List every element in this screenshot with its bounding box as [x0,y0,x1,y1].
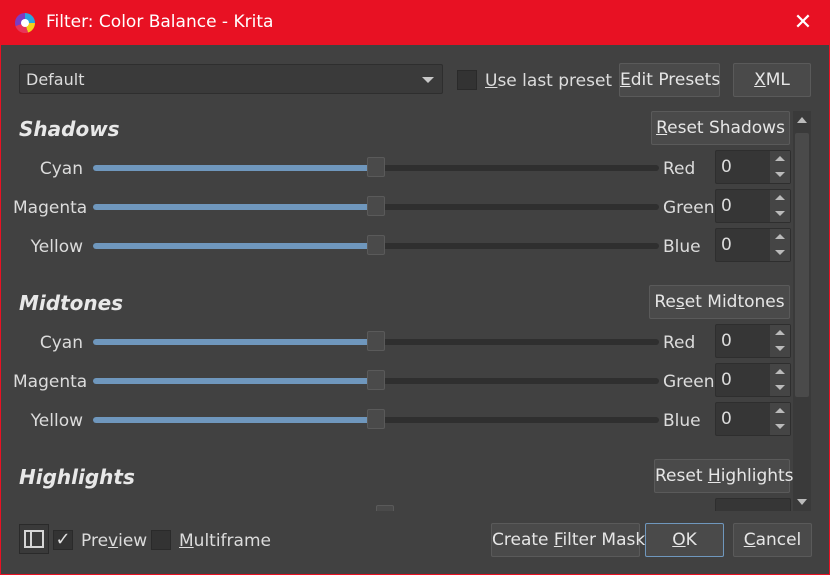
spinbox-value: 0 [721,235,732,255]
midtones-green-label: Green [663,372,715,392]
slider-handle[interactable] [367,235,385,255]
spin-down-icon[interactable] [770,341,790,357]
preview-checkbox[interactable]: ✓ [53,530,73,550]
window-title: Filter: Color Balance - Krita [46,12,274,32]
multiframe-checkbox[interactable] [151,530,171,550]
krita-logo-icon [15,13,35,33]
highlights-spinbox-partial[interactable] [715,498,791,511]
spin-down-icon[interactable] [770,167,790,183]
slider-fill [93,243,376,249]
close-icon[interactable]: ✕ [785,5,821,41]
multiframe-label[interactable]: Multiframe [179,531,271,551]
spinbox-value: 0 [721,331,732,351]
spinbox-value: 0 [721,196,732,216]
scroll-area[interactable]: Shadows Reset Shadows Cyan Red 0 Magenta… [13,107,813,511]
shadows-yellow-label: Yellow [30,237,83,257]
midtones-red-label: Red [663,333,696,353]
midtones-magenta-green-slider[interactable] [93,370,659,390]
preset-combobox[interactable]: Default [19,64,443,94]
color-balance-dialog: Filter: Color Balance - Krita ✕ Default … [0,0,830,575]
spin-up-icon[interactable] [770,190,790,206]
scroll-down-icon[interactable] [797,499,807,505]
midtones-cyan-label: Cyan [39,333,83,353]
shadows-cyan-label: Cyan [39,159,83,179]
slider-fill [93,378,376,384]
ok-button[interactable]: OK [645,523,724,557]
shadows-yellow-blue-slider[interactable] [93,235,659,255]
check-icon: ✓ [55,529,71,550]
reset-midtones-button[interactable]: Reset Midtones [649,285,790,319]
spin-up-icon[interactable] [770,229,790,245]
midtones-magenta-green-spinbox[interactable]: 0 [715,363,791,397]
shadows-blue-label: Blue [663,237,701,257]
spinbox-value: 0 [721,157,732,177]
shadows-green-label: Green [663,198,715,218]
highlights-slider-handle-partial[interactable] [376,505,394,511]
spin-up-icon[interactable] [770,403,790,419]
spin-down-icon[interactable] [770,419,790,435]
create-filter-mask-button[interactable]: Create Filter Mask [491,523,645,557]
midtones-heading: Midtones [19,291,124,315]
use-last-preset-text: se last preset [497,71,613,91]
slider-fill [93,204,376,210]
spinbox-value: 0 [721,409,732,429]
view-mode-toggle[interactable] [19,524,49,554]
shadows-cyan-red-slider[interactable] [93,157,659,177]
title-bar: Filter: Color Balance - Krita ✕ [1,1,829,45]
cancel-button[interactable]: Cancel [733,523,812,557]
spin-up-icon[interactable] [770,325,790,341]
slider-handle[interactable] [367,331,385,351]
midtones-yellow-blue-slider[interactable] [93,409,659,429]
spin-up-icon[interactable] [770,364,790,380]
shadows-magenta-label: Magenta [13,198,88,218]
midtones-blue-label: Blue [663,411,701,431]
spin-down-icon[interactable] [770,245,790,261]
shadows-red-label: Red [663,159,696,179]
spin-up-icon[interactable] [770,151,790,167]
xml-button[interactable]: XML [733,63,811,97]
slider-handle[interactable] [367,370,385,390]
shadows-yellow-blue-spinbox[interactable]: 0 [715,228,791,262]
shadows-heading: Shadows [19,117,120,141]
slider-fill [93,165,376,171]
split-view-icon [24,530,44,548]
spinbox-value: 0 [721,370,732,390]
slider-handle[interactable] [367,409,385,429]
preset-value: Default [26,70,85,89]
midtones-yellow-blue-spinbox[interactable]: 0 [715,402,791,436]
edit-presets-button[interactable]: Edit Presets [619,63,720,97]
midtones-cyan-red-slider[interactable] [93,331,659,351]
chevron-down-icon [422,77,434,83]
scroll-up-icon[interactable] [797,117,807,123]
slider-fill [93,339,376,345]
scrollbar-thumb[interactable] [795,133,809,397]
midtones-cyan-red-spinbox[interactable]: 0 [715,324,791,358]
spin-down-icon[interactable] [770,380,790,396]
slider-handle[interactable] [367,157,385,177]
slider-handle[interactable] [367,196,385,216]
midtones-magenta-label: Magenta [13,372,88,392]
preview-label[interactable]: Preview [81,531,147,551]
use-last-preset-label[interactable]: Use last preset [485,71,612,91]
slider-fill [93,417,376,423]
midtones-yellow-label: Yellow [30,411,83,431]
vertical-scrollbar[interactable] [793,111,811,511]
highlights-heading: Highlights [19,465,135,489]
shadows-cyan-red-spinbox[interactable]: 0 [715,150,791,184]
spin-down-icon[interactable] [770,206,790,222]
reset-shadows-button[interactable]: Reset Shadows [651,111,790,145]
shadows-magenta-green-spinbox[interactable]: 0 [715,189,791,223]
reset-highlights-button[interactable]: Reset Highlights [654,459,794,493]
use-last-preset-checkbox[interactable] [457,70,477,90]
shadows-magenta-green-slider[interactable] [93,196,659,216]
